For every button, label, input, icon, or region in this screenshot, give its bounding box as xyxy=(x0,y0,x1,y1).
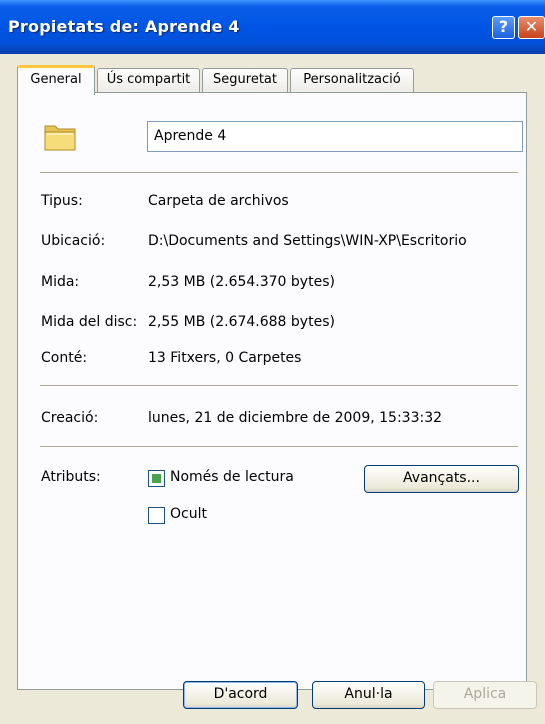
close-button[interactable]: ✕ xyxy=(518,16,545,39)
location-label: Ubicació: xyxy=(41,233,106,249)
ok-button[interactable]: D'acord xyxy=(183,681,298,709)
disk-size-label: Mida del disc: xyxy=(41,314,138,330)
type-label: Tipus: xyxy=(41,193,83,209)
folder-name-input[interactable]: Aprende 4 xyxy=(147,121,523,152)
separator xyxy=(40,172,518,174)
created-value: lunes, 21 de diciembre de 2009, 15:33:32 xyxy=(148,410,443,426)
contains-label: Conté: xyxy=(41,350,88,366)
type-value: Carpeta de archivos xyxy=(148,193,289,209)
tab-customize[interactable]: Personalització xyxy=(290,68,414,93)
window-title: Propietats de: Aprende 4 xyxy=(8,17,240,36)
attributes-label: Atributs: xyxy=(41,469,101,485)
advanced-button[interactable]: Avançats... xyxy=(364,465,519,493)
separator xyxy=(40,385,518,387)
created-label: Creació: xyxy=(41,410,99,426)
disk-size-value: 2,55 MB (2.674.688 bytes) xyxy=(148,314,335,330)
apply-button[interactable]: Aplica xyxy=(433,681,537,709)
cancel-button[interactable]: Anul·la xyxy=(312,681,425,709)
tab-general[interactable]: General xyxy=(17,65,95,95)
location-value: D:\Documents and Settings\WIN-XP\Escrito… xyxy=(148,233,467,249)
readonly-label: Només de lectura xyxy=(170,469,294,485)
readonly-checkbox[interactable] xyxy=(148,470,165,487)
hidden-label: Ocult xyxy=(170,506,207,522)
hidden-checkbox[interactable] xyxy=(148,507,165,524)
size-value: 2,53 MB (2.654.370 bytes) xyxy=(148,274,335,290)
folder-icon xyxy=(44,125,76,151)
contains-value: 13 Fitxers, 0 Carpetes xyxy=(148,350,302,366)
help-button[interactable]: ? xyxy=(492,16,515,39)
tab-security[interactable]: Seguretat xyxy=(202,68,288,93)
general-panel xyxy=(17,92,527,690)
title-bar[interactable]: Propietats de: Aprende 4 ? ✕ xyxy=(0,0,545,54)
separator xyxy=(40,446,518,448)
tab-shared[interactable]: Ús compartit xyxy=(97,68,200,93)
size-label: Mida: xyxy=(41,274,80,290)
